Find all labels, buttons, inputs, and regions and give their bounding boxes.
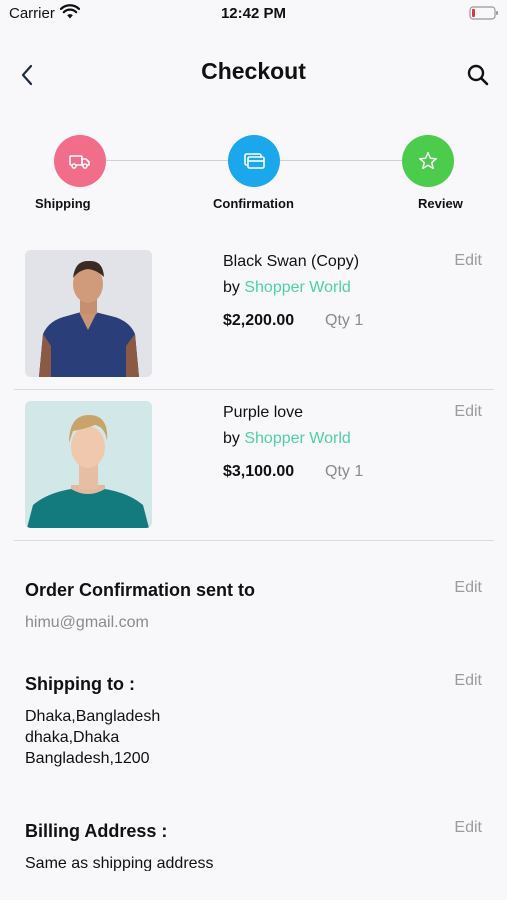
seller-link[interactable]: Shopper World [244, 279, 350, 296]
by-label: by [223, 279, 240, 296]
shipping-address-line2: dhaka,Dhaka [25, 729, 120, 746]
product-price: $3,100.00 [223, 463, 295, 480]
step-review[interactable] [402, 135, 454, 187]
edit-item-button[interactable]: Edit [454, 403, 482, 421]
star-icon [419, 152, 437, 170]
product-qty: Qty 1 [325, 312, 364, 329]
card-icon [244, 153, 265, 169]
product-name: Purple love [223, 404, 304, 421]
billing-address-text: Same as shipping address [25, 855, 214, 871]
edit-shipping-button[interactable]: Edit [454, 672, 482, 690]
step-connector [106, 160, 228, 161]
product-seller: by Shopper World [223, 430, 351, 448]
battery-icon [469, 5, 499, 26]
shipping-title: Shipping to : [25, 674, 135, 694]
navigation-bar: Checkout [0, 50, 507, 98]
status-bar: Carrier 12:42 PM [0, 0, 507, 28]
cart-item: Purple love by Shopper World $3,100.00 Q… [0, 401, 507, 541]
divider [14, 540, 494, 541]
seller-link[interactable]: Shopper World [244, 430, 350, 447]
page-title: Checkout [201, 58, 306, 84]
product-seller: by Shopper World [223, 279, 351, 297]
divider [14, 389, 494, 390]
status-time: 12:42 PM [220, 5, 287, 22]
truck-icon [69, 155, 90, 169]
step-confirmation[interactable] [228, 135, 280, 187]
checkout-stepper: Shipping Confirmation Review [0, 130, 507, 220]
product-qty: Qty 1 [325, 463, 364, 480]
product-image [25, 401, 152, 528]
edit-billing-button[interactable]: Edit [454, 819, 482, 837]
step-connector [280, 160, 402, 161]
edit-item-button[interactable]: Edit [454, 252, 482, 270]
cart-item: Black Swan (Copy) by Shopper World $2,20… [0, 250, 507, 390]
edit-confirmation-button[interactable]: Edit [454, 579, 482, 597]
shipping-address-line1: Dhaka,Bangladesh [25, 708, 161, 725]
search-button[interactable] [463, 60, 493, 90]
product-price: $2,200.00 [223, 312, 295, 329]
step-label-confirmation: Confirmation [213, 196, 294, 211]
by-label: by [223, 430, 240, 447]
search-icon [467, 64, 489, 86]
order-confirmation-title: Order Confirmation sent to [25, 580, 256, 600]
step-label-shipping: Shipping [35, 196, 91, 211]
product-image [25, 250, 152, 377]
billing-title: Billing Address : [25, 821, 168, 841]
shipping-address-line3: Bangladesh,1200 [25, 750, 150, 767]
step-shipping[interactable] [54, 135, 106, 187]
confirmation-email: himu@gmail.com [25, 614, 149, 631]
step-label-review: Review [418, 196, 463, 211]
product-name: Black Swan (Copy) [223, 253, 360, 270]
